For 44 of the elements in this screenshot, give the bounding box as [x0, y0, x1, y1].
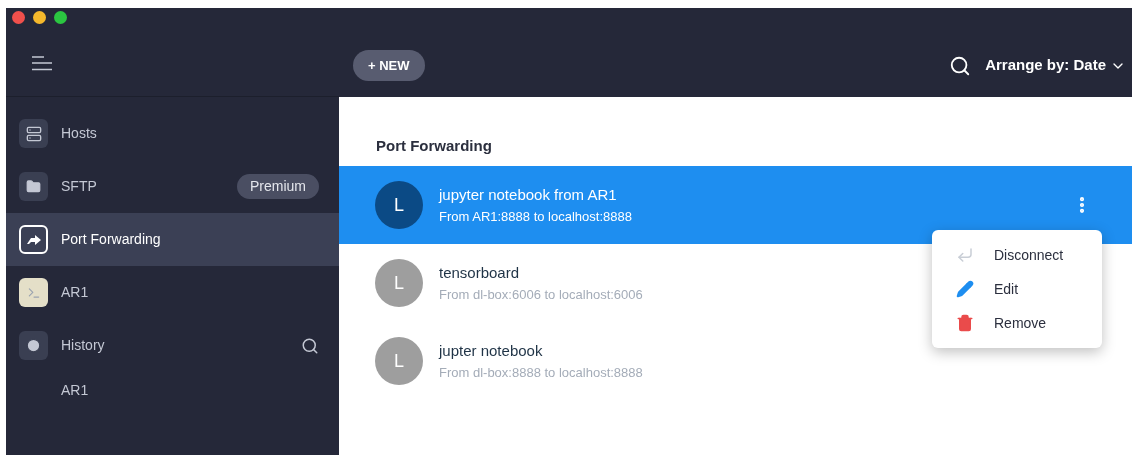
arrange-dropdown[interactable]: Arrange by: Date — [985, 54, 1126, 77]
avatar: L — [375, 181, 423, 229]
avatar: L — [375, 259, 423, 307]
sidebar-item[interactable]: SFTP Premium — [6, 160, 339, 213]
history-entry[interactable]: AR1 — [6, 372, 339, 401]
premium-badge: Premium — [237, 174, 319, 199]
menu-icon[interactable] — [32, 56, 52, 71]
sidebar-label: Port Forwarding — [61, 230, 161, 249]
sidebar-label: Hosts — [61, 124, 97, 143]
sidebar-item[interactable]: Hosts — [6, 107, 339, 160]
rule-detail: From AR1:8888 to localhost:8888 — [439, 207, 632, 226]
menu-label: Edit — [994, 279, 1019, 299]
section-title: Port Forwarding — [375, 136, 493, 156]
rule-detail: From dl-box:8888 to localhost:8888 — [439, 363, 643, 382]
sidebar-label: AR1 — [61, 283, 89, 302]
search-icon[interactable] — [949, 54, 972, 77]
menu-item[interactable]: Edit — [932, 272, 1102, 306]
search-icon[interactable] — [301, 336, 319, 355]
sidebar-item[interactable]: Port Forwarding — [6, 213, 339, 266]
return-arrow-icon — [956, 246, 974, 264]
rule-detail: From dl-box:6006 to localhost:6006 — [439, 285, 643, 304]
minimize-window-icon[interactable] — [33, 11, 46, 24]
trash-icon — [956, 314, 974, 332]
sidebar-label: SFTP — [61, 177, 97, 196]
terminal-icon — [19, 278, 48, 307]
forwarding-rule-row[interactable]: L jupter notebook From dl-box:8888 to localhost:8888 — [339, 322, 683, 400]
forwarding-rule-row[interactable]: L tensorboard From dl-box:6006 to localhost:6006 — [339, 244, 683, 322]
rule-name: jupyter notebook from AR1 — [439, 185, 617, 205]
new-button[interactable]: + NEW — [353, 50, 425, 81]
rule-name: jupter notebook — [439, 341, 543, 361]
close-window-icon[interactable] — [12, 11, 25, 24]
avatar: L — [375, 337, 423, 385]
menu-item[interactable]: Remove — [932, 306, 1102, 340]
rule-name: tensorboard — [439, 263, 520, 283]
forwarding-rule-row[interactable]: L jupyter notebook from AR1 From AR1:8888 to localhost:8888 — [339, 166, 1132, 244]
sidebar-label: History — [61, 336, 105, 355]
menu-label: Remove — [994, 313, 1047, 333]
sidebar-item[interactable]: History — [6, 319, 339, 372]
sidebar-item[interactable]: AR1 — [6, 266, 339, 319]
server-icon — [19, 119, 48, 148]
folder-icon — [19, 172, 48, 201]
menu-label: Disconnect — [994, 245, 1064, 265]
maximize-window-icon[interactable] — [54, 11, 67, 24]
pencil-icon — [956, 280, 974, 298]
